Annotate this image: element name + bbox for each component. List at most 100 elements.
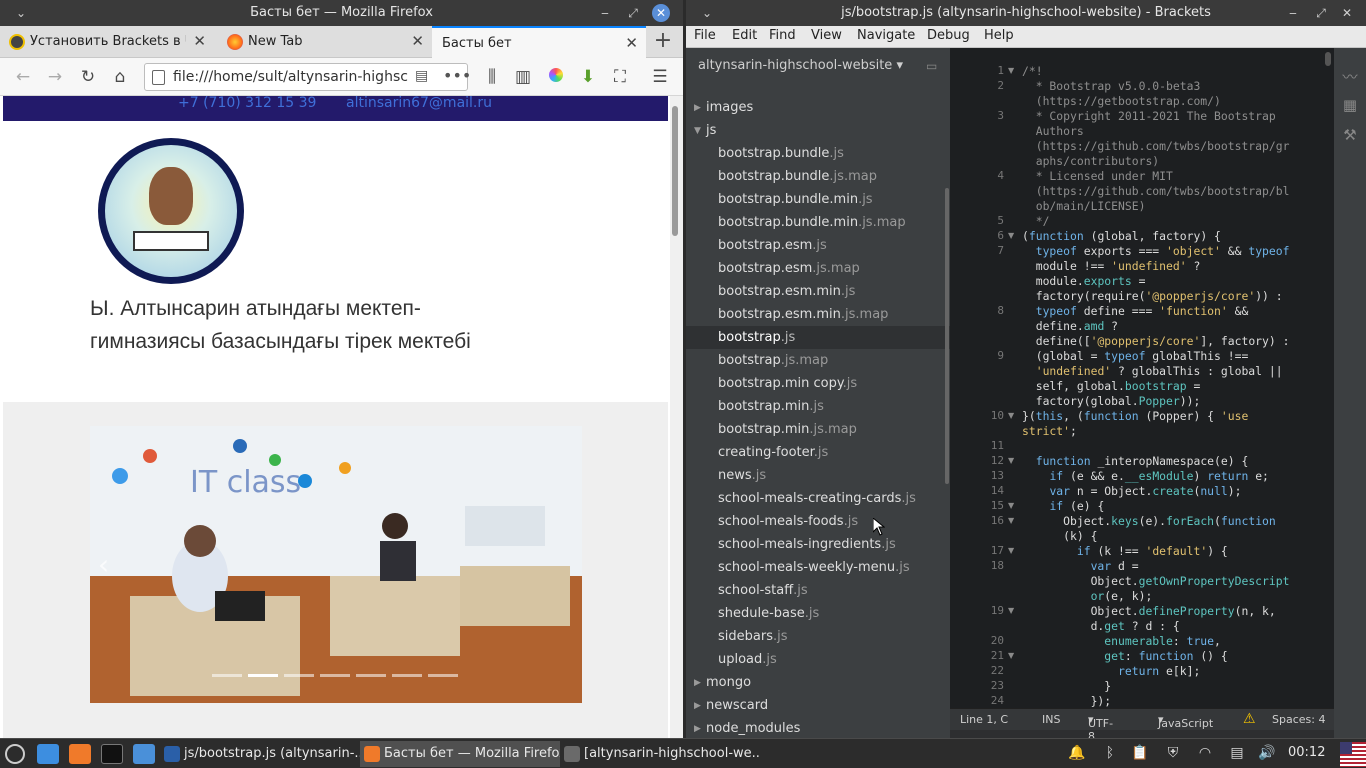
terminal-icon[interactable] xyxy=(101,744,123,764)
file-item[interactable]: creating-footer.js xyxy=(718,445,828,460)
insert-mode[interactable]: INS xyxy=(1042,713,1060,726)
code-line[interactable]: * Licensed under MIT xyxy=(1022,169,1322,184)
reload-icon[interactable]: ↻ xyxy=(77,66,99,88)
editor-scrollbar[interactable] xyxy=(1322,48,1334,708)
page-actions-icon[interactable]: ••• xyxy=(443,66,471,85)
carousel-image[interactable]: IT class ‹ xyxy=(90,426,582,703)
project-dropdown[interactable]: altynsarin-highschool-website ▾ xyxy=(698,58,903,73)
fold-toggle-icon[interactable]: ▼ xyxy=(1008,231,1014,240)
file-item[interactable]: school-meals-creating-cards.js xyxy=(718,491,916,506)
wifi-icon[interactable]: ◠ xyxy=(1196,745,1214,763)
menu-navigate[interactable]: Navigate xyxy=(857,28,915,43)
code-line[interactable]: define(['@popperjs/core'], factory) : xyxy=(1022,334,1322,349)
clock[interactable]: 00:12 xyxy=(1288,745,1325,760)
code-line[interactable]: (k) { xyxy=(1022,529,1322,544)
code-line[interactable]: }(this, (function (Popper) { 'use xyxy=(1022,409,1322,424)
code-line[interactable]: 'undefined' ? globalThis : global || xyxy=(1022,364,1322,379)
tab-brackets-install[interactable]: Установить Brackets в Ub ✕ xyxy=(0,26,214,58)
firefox-launcher-icon[interactable] xyxy=(69,744,91,764)
file-item[interactable]: sidebars.js xyxy=(718,629,788,644)
code-line[interactable]: Object.keys(e).forEach(function xyxy=(1022,514,1322,529)
new-tab-button[interactable]: + xyxy=(652,30,674,52)
file-item[interactable]: school-meals-foods.js xyxy=(718,514,858,529)
code-line[interactable]: module.exports = xyxy=(1022,274,1322,289)
carousel-indicator[interactable] xyxy=(428,674,458,677)
code-line[interactable]: * Bootstrap v5.0.0-beta3 xyxy=(1022,79,1322,94)
carousel-indicator[interactable] xyxy=(212,674,242,677)
folder-collapsed-icon[interactable]: ▶ xyxy=(694,678,701,688)
code-line[interactable]: enumerable: true, xyxy=(1022,634,1322,649)
code-line[interactable]: (https://github.com/twbs/bootstrap/bl xyxy=(1022,184,1322,199)
cursor-position[interactable]: Line 1, C xyxy=(960,713,1008,726)
code-line[interactable]: Authors xyxy=(1022,124,1322,139)
page-info-icon[interactable] xyxy=(152,70,165,85)
carousel-prev-icon[interactable]: ‹ xyxy=(98,548,109,581)
folder-collapsed-icon[interactable]: ▶ xyxy=(694,701,701,711)
page-scrollbar[interactable] xyxy=(670,96,683,738)
code-line[interactable]: return e[k]; xyxy=(1022,664,1322,679)
download-icon[interactable]: ⬇ xyxy=(577,66,599,88)
code-line[interactable]: strict'; xyxy=(1022,424,1322,439)
carousel-indicator-active[interactable] xyxy=(248,674,278,677)
fold-toggle-icon[interactable]: ▼ xyxy=(1008,516,1014,525)
file-item[interactable]: bootstrap.js.map xyxy=(718,353,828,368)
close-tab-icon[interactable]: ✕ xyxy=(193,32,206,50)
bluetooth-icon[interactable]: ᛒ xyxy=(1101,745,1119,763)
live-preview-icon[interactable]: 〰 xyxy=(1340,66,1360,86)
close-icon[interactable]: ✕ xyxy=(652,4,670,22)
reader-view-icon[interactable]: ▤ xyxy=(415,68,428,84)
file-item[interactable]: school-staff.js xyxy=(718,583,808,598)
menu-help[interactable]: Help xyxy=(984,28,1014,43)
tab-basty-bet[interactable]: Басты бет ✕ xyxy=(432,26,646,58)
keyboard-layout-flag-icon[interactable] xyxy=(1340,742,1366,767)
menu-find[interactable]: Find xyxy=(769,28,796,43)
tab-new-tab[interactable]: New Tab ✕ xyxy=(218,26,432,58)
code-line[interactable]: aphs/contributors) xyxy=(1022,154,1322,169)
url-bar[interactable]: file:///home/sult/altynsarin-highschool … xyxy=(144,63,471,91)
tools-icon[interactable]: ⚒ xyxy=(1340,126,1360,144)
fold-toggle-icon[interactable]: ▼ xyxy=(1008,456,1014,465)
file-item[interactable]: upload.js xyxy=(718,652,777,667)
file-item[interactable]: bootstrap.esm.min.js.map xyxy=(718,307,888,322)
file-item[interactable]: bootstrap.bundle.js.map xyxy=(718,169,877,184)
code-line[interactable]: d.get ? d : { xyxy=(1022,619,1322,634)
clipboard-icon[interactable]: 📋 xyxy=(1131,745,1149,763)
file-item[interactable]: bootstrap.min copy.js xyxy=(718,376,857,391)
updates-icon[interactable]: ▤ xyxy=(1228,745,1246,763)
menu-view[interactable]: View xyxy=(811,28,842,43)
phone-link[interactable]: +7 (710) 312 15 39 xyxy=(178,96,316,111)
carousel-indicator[interactable] xyxy=(392,674,422,677)
sidebar-icon[interactable]: ▥ xyxy=(512,66,534,88)
split-view-icon[interactable]: ▭ xyxy=(926,59,937,73)
extension-manager-icon[interactable]: ▦ xyxy=(1340,96,1360,114)
code-line[interactable]: typeof exports === 'object' && typeof xyxy=(1022,244,1322,259)
warning-icon[interactable]: ⚠ xyxy=(1243,711,1256,727)
files-icon[interactable] xyxy=(133,744,155,764)
code-line[interactable]: (function (global, factory) { xyxy=(1022,229,1322,244)
close-tab-icon[interactable]: ✕ xyxy=(411,32,424,50)
maximize-icon[interactable]: ⤢ xyxy=(624,4,642,22)
sidebar-scrollbar[interactable] xyxy=(945,188,949,484)
file-item[interactable]: bootstrap.min.js xyxy=(718,399,824,414)
close-tab-icon[interactable]: ✕ xyxy=(625,34,638,52)
file-item[interactable]: school-meals-weekly-menu.js xyxy=(718,560,910,575)
fold-toggle-icon[interactable]: ▼ xyxy=(1008,411,1014,420)
fold-toggle-icon[interactable]: ▼ xyxy=(1008,501,1014,510)
code-line[interactable]: function _interopNamespace(e) { xyxy=(1022,454,1322,469)
code-line[interactable]: module !== 'undefined' ? xyxy=(1022,259,1322,274)
file-item[interactable]: news.js xyxy=(718,468,766,483)
code-line[interactable]: }); xyxy=(1022,694,1322,708)
carousel-indicator[interactable] xyxy=(320,674,350,677)
menu-edit[interactable]: Edit xyxy=(732,28,757,43)
file-item[interactable]: bootstrap.js xyxy=(718,330,795,345)
encoding-select[interactable]: UTF-8 ▾ xyxy=(1088,713,1113,738)
carousel-indicator[interactable] xyxy=(356,674,386,677)
code-line[interactable]: Object.defineProperty(n, k, xyxy=(1022,604,1322,619)
code-line[interactable]: self, global.bootstrap = xyxy=(1022,379,1322,394)
fold-toggle-icon[interactable]: ▼ xyxy=(1008,651,1014,660)
folder-expanded-icon[interactable]: ▼ xyxy=(694,126,701,136)
code-line[interactable]: ob/main/LICENSE) xyxy=(1022,199,1322,214)
back-icon[interactable]: ← xyxy=(12,66,34,88)
folder-item[interactable]: ▶ images xyxy=(694,100,753,115)
code-line[interactable]: define.amd ? xyxy=(1022,319,1322,334)
